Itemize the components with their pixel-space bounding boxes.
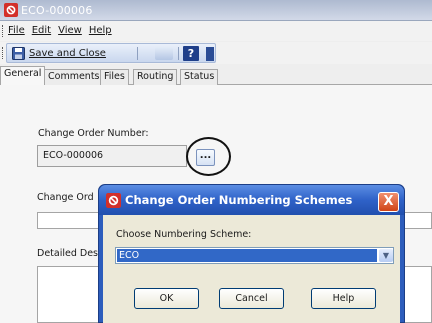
ok-button[interactable]: OK	[134, 288, 199, 309]
floppy-disk-icon	[12, 47, 25, 60]
save-and-close-button[interactable]: Save and Close	[9, 46, 109, 61]
window-title: ECO-000006	[21, 4, 93, 17]
change-order-label: Change Ord	[37, 192, 94, 203]
toolbar-separator	[178, 47, 179, 60]
menu-bar: File Edit View Help	[0, 21, 432, 41]
toolbar-blank-button[interactable]	[155, 47, 173, 60]
help-button[interactable]: ?	[183, 46, 199, 61]
dialog-body: Choose Numbering Scheme: ECO ▼ OK Cancel…	[103, 215, 400, 323]
main-window: ECO-000006 File Edit View Help Save and …	[0, 0, 432, 323]
save-and-close-label: Save and Close	[29, 48, 106, 59]
menu-file[interactable]: File	[8, 25, 25, 36]
chevron-down-icon[interactable]: ▼	[379, 249, 393, 262]
dialog-title-bar[interactable]: Change Order Numbering Schemes X	[99, 185, 404, 215]
toolbar-overflow-icon[interactable]	[206, 47, 214, 61]
toolbar-grip-icon[interactable]	[2, 47, 5, 59]
choose-scheme-label: Choose Numbering Scheme:	[116, 229, 252, 240]
highlight-circle	[186, 137, 231, 176]
menu-view[interactable]: View	[58, 25, 82, 36]
dialog-title: Change Order Numbering Schemes	[125, 193, 353, 207]
tab-strip: General Comments Files Routing Status	[0, 66, 432, 86]
help-button[interactable]: Help	[311, 288, 376, 309]
tab-comments[interactable]: Comments	[44, 69, 104, 85]
scheme-selected-value: ECO	[117, 249, 377, 262]
toolbar-separator	[137, 47, 138, 60]
cancel-button[interactable]: Cancel	[219, 288, 284, 309]
tab-status[interactable]: Status	[180, 69, 219, 85]
close-icon[interactable]: X	[378, 192, 399, 212]
menu-help[interactable]: Help	[89, 25, 112, 36]
menu-grip-icon[interactable]	[2, 25, 5, 37]
menu-edit[interactable]: Edit	[32, 25, 51, 36]
tab-general[interactable]: General	[0, 66, 46, 86]
eco-app-icon	[106, 193, 121, 208]
tab-routing[interactable]: Routing	[133, 69, 178, 85]
numbering-scheme-select[interactable]: ECO ▼	[115, 247, 394, 264]
toolbar: Save and Close ?	[0, 42, 432, 64]
change-order-number-field[interactable]: ECO-000006	[37, 145, 187, 167]
numbering-schemes-dialog: Change Order Numbering Schemes X Choose …	[98, 184, 405, 323]
tab-files[interactable]: Files	[100, 69, 129, 85]
eco-app-icon	[4, 3, 18, 17]
detailed-description-label: Detailed Des	[37, 248, 98, 259]
title-bar[interactable]: ECO-000006	[0, 0, 432, 21]
change-order-number-label: Change Order Number:	[38, 128, 149, 139]
toolbar-strip: Save and Close ?	[6, 43, 216, 63]
